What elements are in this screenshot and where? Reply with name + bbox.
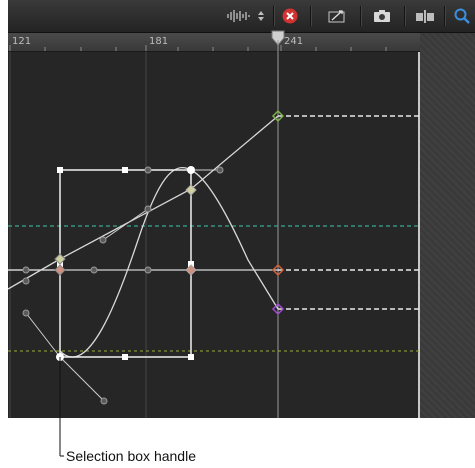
callout-line: [59, 357, 64, 457]
callout-caption: Selection box handle: [66, 448, 196, 464]
